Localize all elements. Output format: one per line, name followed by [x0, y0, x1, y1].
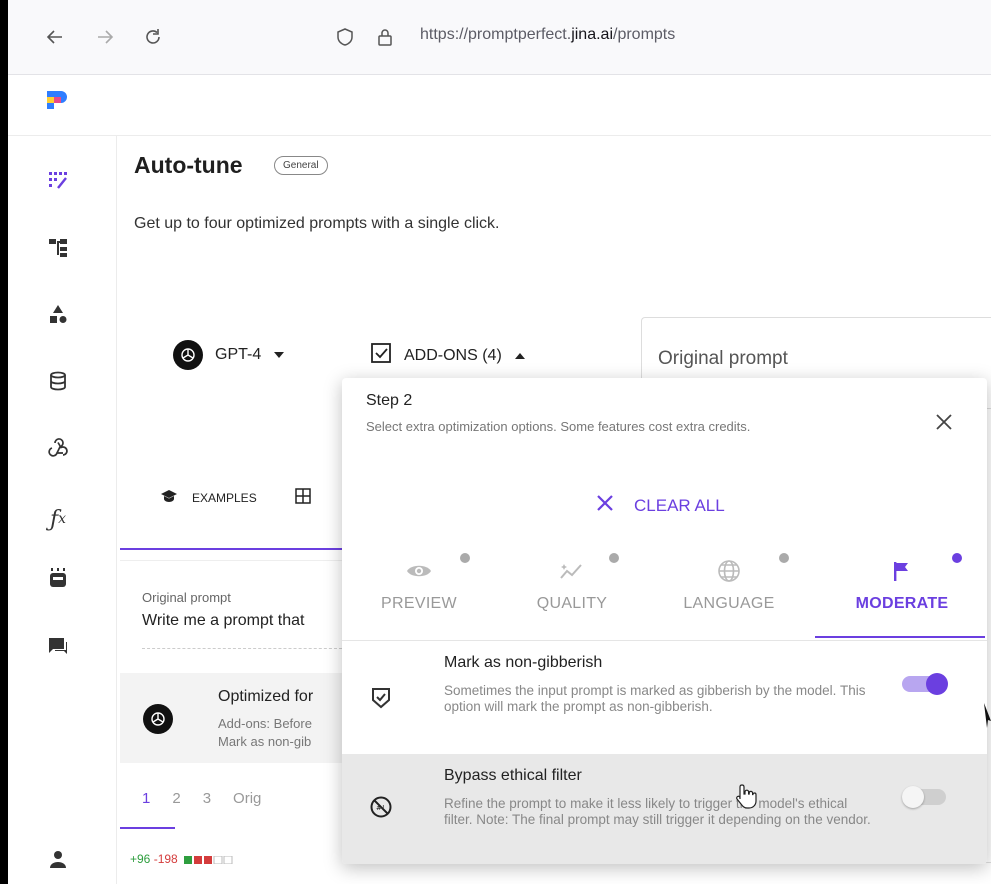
globe-icon — [716, 558, 742, 584]
caret-up-icon — [514, 347, 526, 365]
openai-logo-icon — [173, 340, 203, 370]
flag-icon — [889, 558, 915, 584]
app-logo[interactable] — [44, 88, 70, 117]
option-description: Sometimes the input prompt is marked as … — [444, 683, 866, 714]
app-header — [8, 75, 991, 136]
pointer-cursor-icon — [984, 703, 991, 738]
sparkle-chart-icon — [559, 558, 585, 584]
workflow-icon[interactable] — [44, 233, 72, 261]
status-dot — [460, 553, 470, 563]
shapes-icon[interactable] — [44, 300, 72, 328]
diff-removed: -198 — [153, 852, 178, 866]
chat-icon[interactable] — [44, 632, 72, 660]
model-selector[interactable]: GPT-4 — [173, 340, 285, 370]
result-tab-1[interactable]: 1 — [142, 790, 150, 807]
diff-stats: +96 -198 — [130, 852, 234, 867]
close-icon[interactable] — [930, 408, 958, 436]
forward-icon[interactable] — [90, 22, 120, 52]
school-cap-icon — [160, 489, 178, 506]
toggle-switch-on[interactable] — [902, 673, 948, 695]
result-tab-3[interactable]: 3 — [203, 790, 211, 807]
optimized-addons-line: Mark as non-gib — [218, 734, 312, 749]
no-swearing-icon: #! — [368, 794, 394, 820]
diff-bar — [184, 853, 234, 867]
svg-text:#!: #! — [376, 804, 385, 812]
tab-label: QUALITY — [536, 595, 608, 612]
addon-option-bypass-filter[interactable]: #! Bypass ethical filter Refine the prom… — [342, 754, 987, 864]
shield-icon[interactable] — [330, 22, 360, 52]
original-prompt-placeholder: Original prompt — [658, 348, 788, 369]
screen-frame-edge — [0, 0, 8, 884]
addon-option-non-gibberish[interactable]: Mark as non-gibberish Sometimes the inpu… — [342, 641, 987, 754]
autotune-icon[interactable] — [44, 166, 72, 194]
toggle-switch-off[interactable] — [902, 786, 946, 808]
page-subtitle: Get up to four optimized prompts with a … — [134, 215, 500, 232]
popup-description: Select extra optimization options. Some … — [366, 419, 751, 434]
model-label: GPT-4 — [215, 346, 262, 363]
active-tab-indicator — [120, 548, 345, 550]
category-badge: General — [274, 156, 328, 175]
caret-down-icon — [273, 346, 285, 364]
user-avatar-icon[interactable] — [44, 845, 72, 873]
addons-popup: Step 2 Select extra optimization options… — [342, 378, 987, 864]
optimized-addons-line: Add-ons: Before — [218, 716, 312, 731]
function-icon[interactable]: ƒx — [44, 505, 72, 533]
database-icon[interactable] — [44, 367, 72, 395]
eye-icon — [406, 558, 432, 584]
toggle-knob — [926, 673, 948, 695]
tab-label: PREVIEW — [381, 595, 457, 612]
openai-logo-icon — [143, 704, 173, 734]
tab-label: MODERATE — [855, 595, 949, 612]
divider — [142, 648, 342, 649]
clear-all-button[interactable]: CLEAR ALL — [596, 494, 725, 517]
address-bar-url[interactable]: https://promptperfect.jina.ai/prompts — [420, 26, 675, 44]
webhook-icon[interactable] — [44, 434, 72, 462]
examples-tab[interactable]: EXAMPLES — [160, 488, 311, 507]
history-original-label: Original prompt — [142, 590, 231, 605]
tab-language[interactable]: LANGUAGE — [654, 550, 804, 638]
back-icon[interactable] — [40, 22, 70, 52]
diff-added: +96 — [130, 852, 151, 866]
checkbox-checked-icon — [370, 342, 392, 369]
grid-icon[interactable] — [294, 488, 311, 507]
close-icon — [596, 494, 614, 517]
reload-icon[interactable] — [138, 22, 168, 52]
result-tab-original[interactable]: Orig — [233, 790, 261, 807]
examples-label: EXAMPLES — [192, 490, 257, 505]
addon-category-tabs: PREVIEW QUALITY LANGUAGE MODERATE — [342, 550, 987, 640]
result-tab-indicator — [120, 827, 175, 829]
addons-toggle[interactable]: ADD-ONS (4) — [370, 342, 526, 369]
toggle-knob — [902, 786, 924, 808]
lock-icon[interactable] — [370, 22, 400, 52]
clear-all-label: CLEAR ALL — [634, 495, 725, 515]
status-dot — [779, 553, 789, 563]
option-description: Refine the prompt to make it less likely… — [444, 796, 871, 827]
option-title: Bypass ethical filter — [444, 767, 582, 784]
result-tab-2[interactable]: 2 — [172, 790, 180, 807]
tab-label: LANGUAGE — [683, 595, 775, 612]
tab-quality[interactable]: QUALITY — [497, 550, 647, 638]
tab-moderate[interactable]: MODERATE — [827, 550, 977, 638]
robot-icon[interactable] — [44, 565, 72, 593]
addons-label: ADD-ONS (4) — [404, 346, 502, 364]
status-dot-active — [952, 553, 962, 563]
status-dot — [609, 553, 619, 563]
optimized-title: Optimized for — [218, 688, 314, 705]
popup-step-title: Step 2 — [366, 392, 413, 409]
option-title: Mark as non-gibberish — [444, 654, 603, 671]
result-tabs: 1 2 3 Orig — [142, 790, 261, 807]
shield-check-icon — [368, 685, 394, 711]
tab-preview[interactable]: PREVIEW — [344, 550, 494, 638]
hand-cursor-icon — [735, 783, 757, 814]
active-category-indicator — [815, 636, 985, 638]
history-original-text[interactable]: Write me a prompt that — [142, 612, 304, 630]
page-title: Auto-tune — [134, 152, 243, 178]
